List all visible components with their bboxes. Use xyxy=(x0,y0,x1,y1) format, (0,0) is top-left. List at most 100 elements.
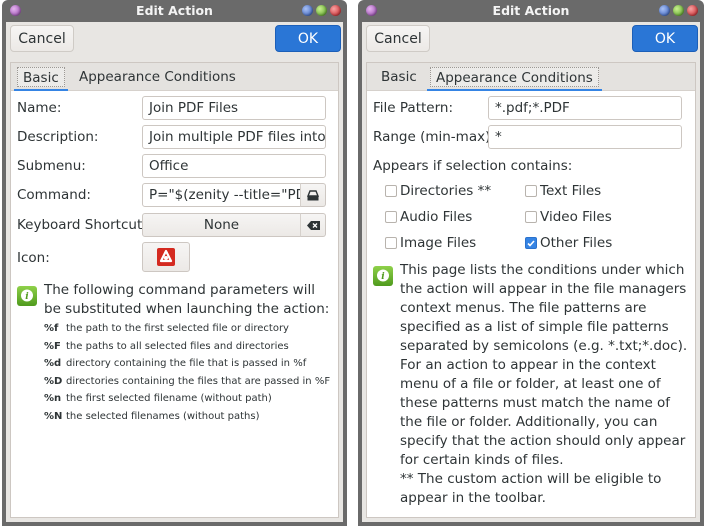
name-label: Name: xyxy=(17,100,62,116)
tab-bar: Basic Appearance Conditions xyxy=(11,63,338,91)
browse-command-button[interactable] xyxy=(300,183,326,207)
checkbox-box[interactable] xyxy=(385,185,397,197)
keyboard-shortcut-button[interactable]: None xyxy=(142,213,301,237)
checkbox-box[interactable] xyxy=(385,237,397,249)
minimize-icon[interactable] xyxy=(302,5,313,16)
pdf-app-icon xyxy=(157,248,175,266)
param-row: %F the paths to all selected files and di… xyxy=(44,338,330,356)
checkbox-other-files[interactable]: Other Files xyxy=(525,235,612,251)
command-label: Command: xyxy=(17,187,91,203)
close-icon[interactable] xyxy=(687,5,698,16)
cancel-button[interactable]: Cancel xyxy=(366,25,430,52)
param-row: %D directories containing the files that … xyxy=(44,373,330,391)
basic-page: Name: Join PDF Files Description: Join m… xyxy=(11,91,338,517)
param-desc: the selected filenames (without paths) xyxy=(66,410,260,422)
window-title: Edit Action xyxy=(492,3,570,18)
param-code: %N xyxy=(44,410,63,422)
param-code: %d xyxy=(44,358,62,369)
cancel-button[interactable]: Cancel xyxy=(10,25,74,52)
appears-if-label: Appears if selection contains: xyxy=(373,158,573,174)
choose-icon-button[interactable] xyxy=(142,242,190,272)
param-row: %f the path to the first selected file or… xyxy=(44,320,330,338)
range-label: Range (min-max): xyxy=(373,129,495,145)
param-desc: the path to the first selected file or d… xyxy=(66,323,289,334)
range-input[interactable]: * xyxy=(488,125,682,149)
param-desc: the paths to all selected files and dire… xyxy=(66,340,289,352)
open-file-icon xyxy=(307,189,319,200)
edit-action-window-basic: Edit Action Cancel OK Basic Appearance C… xyxy=(2,0,347,526)
minimize-icon[interactable] xyxy=(659,5,670,16)
dialog-client: Cancel OK Basic Appearance Conditions Fi… xyxy=(362,22,700,522)
svg-text:i: i xyxy=(381,272,385,282)
tab-appearance-conditions[interactable]: Appearance Conditions xyxy=(427,67,602,91)
window-menu-dot-icon[interactable] xyxy=(10,5,21,16)
checkbox-box[interactable] xyxy=(525,185,537,197)
dialog-client: Cancel OK Basic Appearance Conditions Na… xyxy=(6,22,343,522)
parameters-info-text: The following command parameters will be… xyxy=(44,282,330,317)
checkbox-label: Directories ** xyxy=(400,183,492,199)
tab-label: Basic xyxy=(381,69,417,85)
clear-shortcut-button[interactable] xyxy=(300,213,326,237)
checkbox-label: Audio Files xyxy=(400,209,473,225)
param-desc: the first selected filename (without pat… xyxy=(66,393,272,404)
checkbox-image-files[interactable]: Image Files xyxy=(385,235,476,251)
tab-basic[interactable]: Basic xyxy=(14,67,68,91)
checkbox-audio-files[interactable]: Audio Files xyxy=(385,209,472,225)
tab-appearance-conditions[interactable]: Appearance Conditions xyxy=(74,67,241,87)
tab-label: Appearance Conditions xyxy=(436,70,593,86)
maximize-icon[interactable] xyxy=(316,5,327,16)
checkbox-directories[interactable]: Directories ** xyxy=(385,183,491,199)
checkbox-label: Image Files xyxy=(400,235,477,251)
param-row: %N the selected filenames (without paths) xyxy=(44,408,330,426)
parameters-list: %f the path to the first selected file or… xyxy=(44,320,330,425)
param-code: %n xyxy=(44,393,62,404)
file-pattern-label: File Pattern: xyxy=(373,100,453,116)
edit-action-window-conditions: Edit Action Cancel OK Basic Appearance C… xyxy=(358,0,704,526)
param-desc: directories containing the files that ar… xyxy=(66,375,331,387)
param-code: %f xyxy=(44,323,59,334)
command-input[interactable]: P="$(zenity --title="PDF J xyxy=(142,183,301,207)
tab-label: Appearance Conditions xyxy=(79,69,236,85)
maximize-icon[interactable] xyxy=(673,5,684,16)
window-titlebar[interactable]: Edit Action xyxy=(2,0,347,22)
window-titlebar[interactable]: Edit Action xyxy=(358,0,704,22)
checkbox-label: Other Files xyxy=(540,235,613,251)
ok-button[interactable]: OK xyxy=(275,25,341,52)
submenu-label: Submenu: xyxy=(17,158,86,174)
name-input[interactable]: Join PDF Files xyxy=(142,96,326,120)
checkbox-text-files[interactable]: Text Files xyxy=(525,183,601,199)
checkbox-label: Text Files xyxy=(540,183,602,199)
backspace-icon xyxy=(306,220,320,230)
checkbox-label: Video Files xyxy=(540,209,612,225)
window-title: Edit Action xyxy=(136,3,213,18)
submenu-input[interactable]: Office xyxy=(142,154,326,178)
info-icon: i xyxy=(373,266,393,286)
checkmark-icon xyxy=(527,239,535,247)
tab-notebook: Basic Appearance Conditions File Pattern… xyxy=(366,62,696,518)
toolbar-note-text: ** The custom action will be eligible to… xyxy=(400,471,662,506)
checkbox-video-files[interactable]: Video Files xyxy=(525,209,612,225)
info-icon: i xyxy=(17,286,37,306)
conditions-info-text: This page lists the conditions under whi… xyxy=(400,262,688,468)
close-icon[interactable] xyxy=(330,5,341,16)
description-label: Description: xyxy=(17,129,99,145)
tab-basic[interactable]: Basic xyxy=(376,67,422,87)
param-row: %d directory containing the file that is … xyxy=(44,355,330,373)
tab-notebook: Basic Appearance Conditions Name: Join P… xyxy=(10,62,339,518)
file-pattern-input[interactable]: *.pdf;*.PDF xyxy=(488,96,682,120)
icon-label: Icon: xyxy=(17,250,50,266)
svg-text:i: i xyxy=(25,292,29,302)
param-code: %D xyxy=(44,375,63,387)
param-code: %F xyxy=(44,340,61,352)
checkbox-box[interactable] xyxy=(525,211,537,223)
tab-bar: Basic Appearance Conditions xyxy=(367,63,695,91)
checkbox-box-checked[interactable] xyxy=(525,237,537,249)
checkbox-box[interactable] xyxy=(385,211,397,223)
tab-label: Basic xyxy=(23,70,59,86)
param-row: %n the first selected filename (without p… xyxy=(44,390,330,408)
ok-button[interactable]: OK xyxy=(632,25,698,52)
window-menu-dot-icon[interactable] xyxy=(366,5,377,16)
appearance-conditions-page: File Pattern: *.pdf;*.PDF Range (min-max… xyxy=(367,91,695,517)
param-desc: directory containing the file that is pa… xyxy=(66,358,307,369)
description-input[interactable]: Join multiple PDF files into c xyxy=(142,125,326,149)
